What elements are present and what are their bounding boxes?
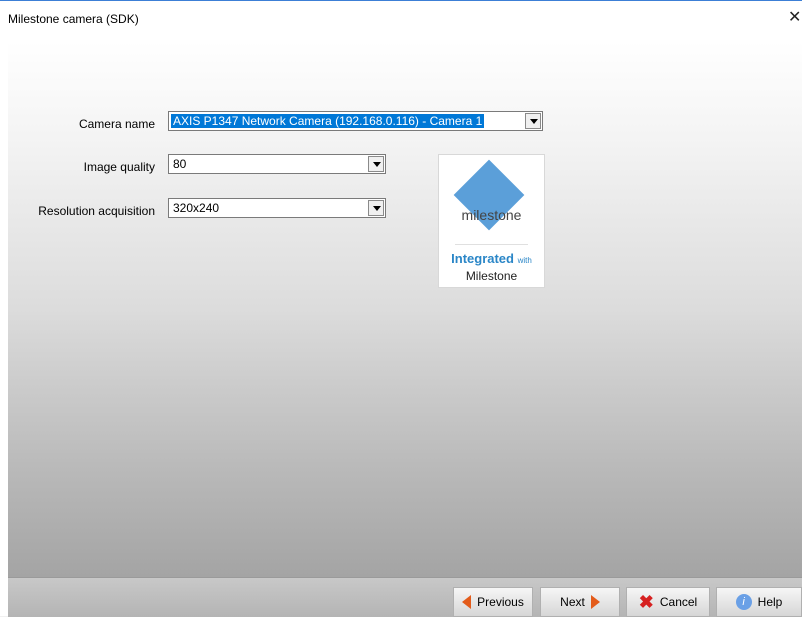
resolution-value: 320x240 — [173, 201, 220, 215]
cancel-button[interactable]: ✖ Cancel — [626, 587, 710, 617]
dialog-client-area: Camera name AXIS P1347 Network Camera (1… — [8, 41, 802, 577]
image-quality-label: Image quality — [83, 160, 155, 174]
logo-integrated-text: Integrated with — [451, 251, 532, 266]
help-icon: i — [735, 594, 752, 610]
previous-label: Previous — [477, 595, 524, 609]
left-arrow-icon — [462, 595, 472, 609]
chevron-down-icon[interactable] — [525, 113, 541, 129]
right-arrow-icon — [590, 595, 600, 609]
title-bar: Milestone camera (SDK) ✕ — [0, 1, 802, 41]
camera-name-label: Camera name — [78, 117, 155, 131]
window-title: Milestone camera (SDK) — [8, 12, 139, 26]
logo-divider — [455, 244, 528, 245]
milestone-logo: milestone Integrated with Milestone — [438, 154, 545, 288]
camera-name-value: AXIS P1347 Network Camera (192.168.0.116… — [171, 114, 485, 128]
chevron-down-icon[interactable] — [368, 156, 384, 172]
dialog-window: Milestone camera (SDK) ✕ Camera name AXI… — [0, 0, 802, 617]
resolution-label: Resolution acquisition — [38, 204, 155, 218]
chevron-down-icon[interactable] — [368, 200, 384, 216]
close-icon[interactable]: ✕ — [788, 7, 801, 27]
next-label: Next — [560, 595, 585, 609]
image-quality-select[interactable]: 80 — [168, 154, 386, 174]
previous-button[interactable]: Previous — [453, 587, 533, 617]
help-label: Help — [757, 595, 783, 609]
logo-wordmark: milestone — [461, 207, 522, 223]
help-button[interactable]: i Help — [716, 587, 802, 617]
logo-brand-text: Milestone — [465, 269, 518, 283]
cancel-label: Cancel — [659, 595, 698, 609]
camera-name-select[interactable]: AXIS P1347 Network Camera (192.168.0.116… — [168, 111, 543, 131]
image-quality-value: 80 — [173, 157, 187, 171]
red-x-icon: ✖ — [638, 592, 654, 612]
resolution-select[interactable]: 320x240 — [168, 198, 386, 218]
next-button[interactable]: Next — [540, 587, 620, 617]
